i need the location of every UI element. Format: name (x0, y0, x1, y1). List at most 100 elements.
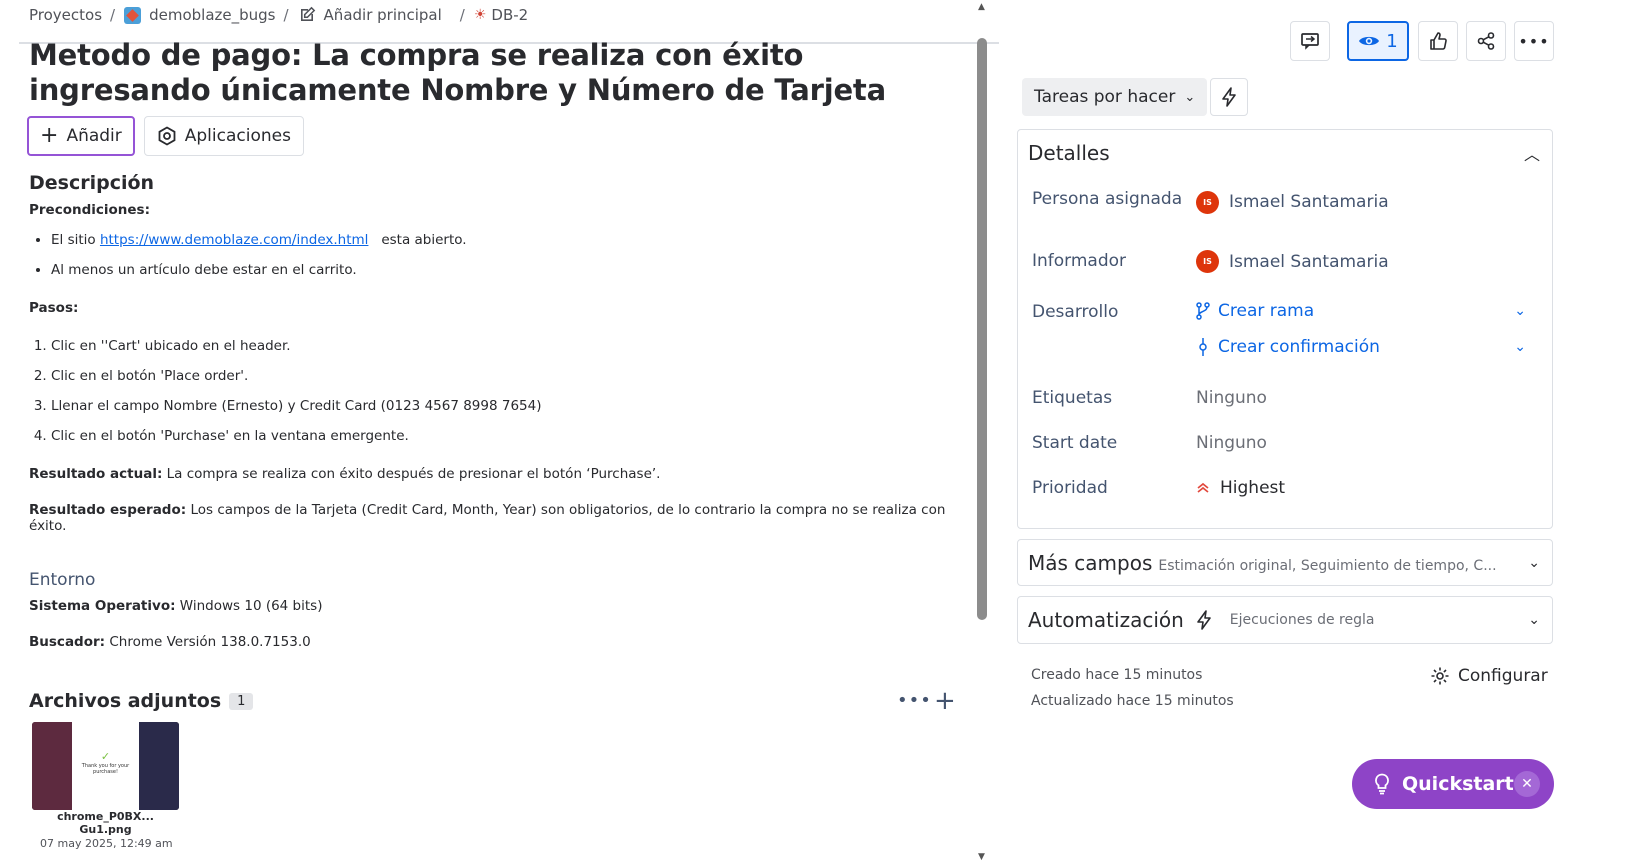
demoblaze-link[interactable]: https://www.demoblaze.com/index.html (100, 232, 368, 248)
chevron-up-icon: ︿ (1523, 145, 1540, 164)
chevron-down-icon: ⌄ (1514, 339, 1526, 355)
assignee-name: Ismael Santamaria (1229, 192, 1389, 212)
avatar: IS (1196, 250, 1219, 273)
start-date-value[interactable]: Ninguno (1196, 432, 1267, 454)
add-parent-button[interactable]: Añadir principal (298, 6, 442, 24)
attachments-header: Archivos adjuntos 1 (29, 690, 254, 712)
reporter-label: Informador (1032, 251, 1127, 271)
automation-header[interactable]: Automatización Ejecuciones de regla ⌄ (1018, 597, 1552, 643)
preconditions-list: El sitio https://www.demoblaze.com/index… (29, 232, 969, 278)
more-fields-heading: Más campos (1028, 550, 1153, 575)
description-heading: Descripción (29, 172, 155, 194)
add-button[interactable]: + Añadir (27, 116, 135, 156)
chevron-down-icon: ⌄ (1528, 554, 1540, 571)
attachment-file-name[interactable]: chrome_P0BX... Gu1.png (32, 810, 179, 836)
start-date-label: Start date (1032, 433, 1118, 453)
apps-button[interactable]: Aplicaciones (143, 116, 304, 156)
priority-value[interactable]: Highest (1196, 477, 1285, 499)
more-fields-panel[interactable]: Más campos Estimación original, Seguimie… (1017, 539, 1553, 586)
actual-result: Resultado actual: La compra se realiza c… (29, 466, 969, 482)
development-row: Desarrollo Crear rama ⌄ Crear confirmaci… (1032, 301, 1538, 357)
attachments-more-icon[interactable]: ••• (897, 690, 932, 711)
assignee-row: Persona asignada IS Ismael Santamaria (1032, 188, 1538, 214)
list-item: Llenar el campo Nombre (Ernesto) y Credi… (51, 398, 969, 414)
configure-button[interactable]: Configurar (1430, 666, 1548, 686)
quickstart-button[interactable]: Quickstart ✕ (1352, 759, 1554, 809)
gear-icon (1431, 667, 1449, 685)
add-parent-label: Añadir principal (323, 6, 442, 24)
attachments-heading: Archivos adjuntos (29, 690, 222, 712)
environment-os: Sistema Operativo: Windows 10 (64 bits) (29, 598, 969, 614)
precondition-text: Al menos un artículo debe estar en el ca… (51, 262, 357, 278)
status-dropdown[interactable]: Tareas por hacer ⌄ (1022, 78, 1208, 116)
created-timestamp: Creado hace 15 minutos (1031, 667, 1203, 683)
start-date-row: Start date Ninguno (1032, 432, 1538, 454)
environment-heading: Entorno (29, 570, 96, 590)
reporter-row: Informador IS Ismael Santamaria (1032, 250, 1538, 273)
more-fields-group: Más campos Estimación original, Seguimie… (1028, 551, 1497, 575)
chevron-down-icon: ⌄ (1184, 89, 1196, 105)
add-attachment-icon[interactable]: + (934, 686, 956, 716)
breadcrumb-issue-key[interactable]: ☀ DB-2 (474, 6, 528, 24)
list-item: Clic en el botón 'Place order'. (51, 368, 969, 384)
close-icon[interactable]: ✕ (1514, 771, 1540, 797)
scrollbar-thumb[interactable] (977, 38, 987, 620)
issue-title[interactable]: Metodo de pago: La compra se realiza con… (29, 38, 929, 108)
issue-main-pane: Proyectos / demoblaze_bugs / Añadir prin… (0, 0, 1000, 868)
breadcrumb-projects[interactable]: Proyectos (29, 6, 102, 24)
os-value: Windows 10 (64 bits) (179, 598, 323, 614)
share-button[interactable] (1466, 21, 1506, 61)
apps-button-label: Aplicaciones (184, 126, 291, 146)
breadcrumb-separator: / (459, 6, 465, 24)
priority-label: Prioridad (1032, 478, 1108, 498)
feedback-button[interactable] (1290, 21, 1330, 61)
scroll-up-icon[interactable]: ▲ (978, 2, 985, 12)
create-branch-label: Crear rama (1218, 301, 1315, 321)
create-branch-button[interactable]: Crear rama ⌄ (1196, 301, 1538, 321)
assignee-value[interactable]: IS Ismael Santamaria (1196, 190, 1389, 214)
more-fields-header[interactable]: Más campos Estimación original, Seguimie… (1018, 540, 1552, 585)
chevron-down-icon: ⌄ (1514, 303, 1526, 319)
browser-label: Buscador: (29, 634, 106, 650)
description-body[interactable]: Descripción Precondiciones: El sitio htt… (29, 172, 969, 650)
reporter-value[interactable]: IS Ismael Santamaria (1196, 250, 1389, 273)
expected-result: Resultado esperado: Los campos de la Tar… (29, 502, 969, 534)
create-commit-label: Crear confirmación (1218, 337, 1380, 357)
automation-heading: Automatización (1028, 608, 1184, 632)
add-button-label: Añadir (66, 126, 122, 146)
actual-result-label: Resultado actual: (29, 466, 163, 482)
create-commit-button[interactable]: Crear confirmación ⌄ (1196, 337, 1538, 357)
branch-icon (1196, 302, 1210, 320)
issue-key-label: DB-2 (491, 6, 529, 24)
like-button[interactable] (1418, 21, 1458, 61)
details-header[interactable]: Detalles ︿ (1018, 130, 1552, 176)
thumb-bg-left (32, 722, 72, 810)
assignee-label: Persona asignada (1032, 189, 1183, 209)
browser-value: Chrome Versión 138.0.7153.0 (109, 634, 311, 650)
attachment-file-date: 07 may 2025, 12:49 am (40, 837, 173, 850)
create-commit-group: Crear confirmación (1196, 337, 1380, 357)
automation-panel[interactable]: Automatización Ejecuciones de regla ⌄ (1017, 596, 1553, 644)
feedback-icon (1301, 33, 1319, 50)
environment-browser: Buscador: Chrome Versión 138.0.7153.0 (29, 634, 969, 650)
automation-button[interactable] (1210, 78, 1248, 116)
thumb-text: Thank you for your purchase! (81, 763, 130, 775)
list-item: El sitio https://www.demoblaze.com/index… (51, 232, 969, 248)
scroll-down-icon[interactable]: ▼ (978, 852, 985, 862)
attachment-meta: chrome_P0BX... Gu1.png 07 may 2025, 12:4… (32, 810, 179, 850)
attachment-thumbnail[interactable]: ✓ Thank you for your purchase! (32, 722, 179, 810)
list-item: Clic en ''Cart' ubicado en el header. (51, 338, 969, 354)
development-label: Desarrollo (1032, 302, 1119, 322)
priority-row: Prioridad Highest (1032, 477, 1538, 499)
thumbs-up-icon (1430, 32, 1447, 50)
more-actions-button[interactable]: ••• (1514, 21, 1554, 61)
plus-icon: + (40, 123, 59, 148)
watch-button[interactable]: 1 (1347, 21, 1409, 61)
development-actions: Crear rama ⌄ Crear confirmación ⌄ (1196, 301, 1538, 357)
breadcrumb-separator: / (283, 6, 289, 24)
precondition-text: El sitio (51, 232, 100, 248)
main-scrollbar[interactable]: ▲ ▼ (975, 0, 989, 868)
labels-value[interactable]: Ninguno (1196, 387, 1267, 409)
updated-timestamp: Actualizado hace 15 minutos (1031, 693, 1234, 709)
breadcrumb-project[interactable]: demoblaze_bugs (124, 6, 275, 24)
